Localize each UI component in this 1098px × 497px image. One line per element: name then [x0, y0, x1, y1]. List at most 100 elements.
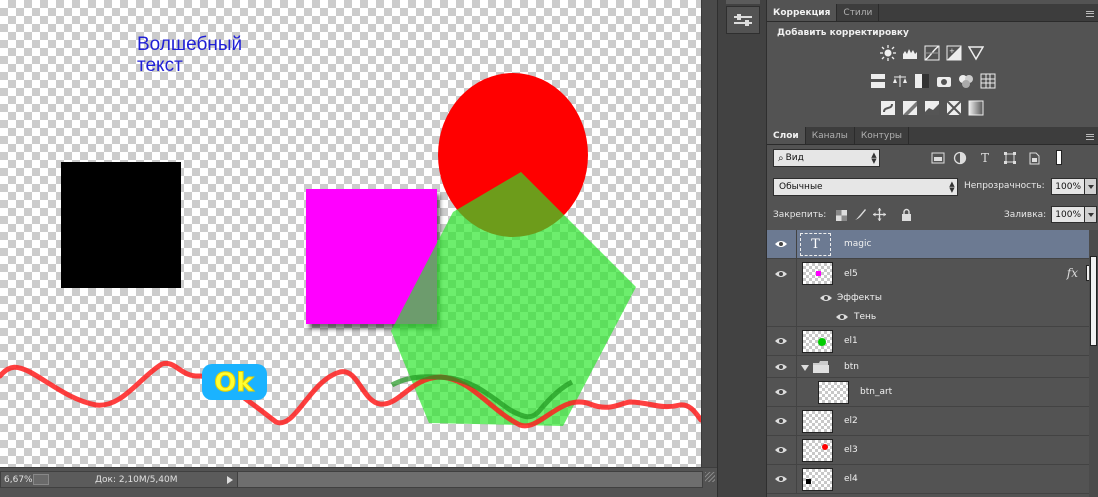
hue-saturation-icon[interactable]: [870, 73, 886, 89]
group-expand-triangle-icon[interactable]: [801, 364, 809, 374]
channel-mixer-icon[interactable]: [958, 73, 974, 89]
selective-color-icon[interactable]: [946, 100, 962, 116]
eye-icon[interactable]: [775, 407, 787, 435]
lock-all-icon[interactable]: [899, 207, 913, 221]
gradient-map-icon[interactable]: [968, 100, 984, 116]
adjustments-panel-menu-icon[interactable]: [1086, 11, 1094, 17]
eye-icon[interactable]: [775, 465, 787, 493]
layer-row[interactable]: btn_art: [767, 378, 1098, 407]
search-icon: ⌕: [778, 152, 784, 164]
tab-channels[interactable]: Каналы: [806, 127, 855, 144]
opacity-input[interactable]: 100%: [1051, 178, 1085, 195]
layer-name[interactable]: el1: [844, 327, 858, 355]
layer-effects-fx-icon[interactable]: fx: [1067, 266, 1078, 280]
layers-list: T magic el5 fx Эффекты Тень el1 btn btn_…: [767, 230, 1098, 494]
document-size-info: Док: 2,10M/5,40M: [95, 474, 178, 485]
folder-icon: [813, 361, 829, 376]
lock-transparent-pixels-icon[interactable]: [834, 208, 848, 222]
layer-divider: [796, 288, 797, 307]
layer-thumbnail: [802, 410, 833, 433]
vibrance-icon[interactable]: [968, 45, 984, 61]
lock-image-pixels-icon[interactable]: [853, 207, 867, 221]
eye-icon[interactable]: [775, 378, 787, 406]
blend-mode-select[interactable]: Обычные ▲ ▼: [773, 178, 958, 196]
eye-icon[interactable]: [836, 307, 848, 326]
layer-name[interactable]: btn: [844, 356, 859, 377]
layer-divider: [796, 465, 797, 493]
color-balance-icon[interactable]: [892, 73, 908, 89]
layer-row[interactable]: el5 fx: [767, 259, 1098, 288]
filter-pixel-layers-icon[interactable]: [931, 151, 945, 165]
fill-dropdown-icon[interactable]: [1084, 206, 1097, 223]
tab-adjustments[interactable]: Коррекция: [767, 4, 838, 21]
layer-row[interactable]: el4: [767, 465, 1098, 494]
layer-row[interactable]: el1: [767, 327, 1098, 356]
brightness-icon[interactable]: [880, 45, 896, 61]
photo-filter-icon[interactable]: [936, 73, 952, 89]
layer-row[interactable]: el2: [767, 407, 1098, 436]
tab-layers[interactable]: Слои: [767, 127, 806, 144]
filter-smart-objects-icon[interactable]: [1027, 151, 1041, 165]
layers-scrollbar-thumb[interactable]: [1090, 256, 1097, 346]
opacity-dropdown-icon[interactable]: [1084, 178, 1097, 195]
layer-divider: [796, 327, 797, 355]
adjustment-icons-row-1: +: [880, 45, 984, 61]
color-lookup-icon[interactable]: [980, 73, 996, 89]
document-canvas[interactable]: Волшебный текст Ok: [0, 0, 701, 467]
layer-filter-kind-select[interactable]: ⌕ Вид ▲ ▼: [773, 149, 880, 167]
thumbnail-mark: [816, 271, 821, 276]
eye-icon[interactable]: [775, 259, 787, 288]
invert-icon[interactable]: [880, 100, 896, 116]
eye-icon[interactable]: [775, 436, 787, 464]
canvas-red-curve: [0, 360, 701, 429]
layer-name[interactable]: magic: [844, 230, 871, 258]
effect-row[interactable]: Тень: [767, 307, 1098, 327]
black-white-icon[interactable]: [914, 73, 930, 89]
filter-type-layers-icon[interactable]: T: [978, 151, 992, 165]
fill-label: Заливка:: [1004, 210, 1047, 220]
filter-toggle-switch[interactable]: [1056, 150, 1062, 165]
fill-input[interactable]: 100%: [1051, 206, 1085, 223]
eye-icon[interactable]: [775, 230, 787, 258]
filter-shape-layers-icon[interactable]: [1003, 151, 1017, 165]
tab-styles[interactable]: Стили: [837, 4, 880, 21]
filter-adjustment-layers-icon[interactable]: [953, 151, 967, 165]
horizontal-scrollbar[interactable]: [237, 472, 702, 487]
adjustment-icons-row-3: [880, 100, 984, 116]
blend-mode-value: Обычные: [779, 182, 823, 192]
status-menu-arrow-icon[interactable]: [227, 475, 233, 484]
eye-icon[interactable]: [775, 356, 787, 377]
layer-name[interactable]: el4: [844, 465, 858, 493]
exposure-icon[interactable]: +: [946, 45, 962, 61]
resize-grip-icon[interactable]: [705, 472, 715, 482]
layer-divider: [796, 407, 797, 435]
collapsed-panel-strip: [717, 0, 767, 497]
panel-options-button[interactable]: [726, 6, 760, 34]
eye-icon[interactable]: [820, 288, 832, 307]
layer-name[interactable]: el5: [844, 259, 858, 288]
levels-icon[interactable]: [902, 45, 918, 61]
layers-scrollbar[interactable]: [1089, 230, 1098, 497]
layer-row[interactable]: T magic: [767, 230, 1098, 259]
posterize-icon[interactable]: [902, 100, 918, 116]
layers-tabbar: Слои Каналы Контуры: [767, 127, 1098, 145]
eye-icon[interactable]: [775, 327, 787, 355]
zoom-preview-icon[interactable]: [33, 474, 49, 485]
layer-name[interactable]: btn_art: [860, 378, 892, 406]
adjustments-tabbar: Коррекция Стили: [767, 4, 1098, 22]
zoom-level[interactable]: 6,67%: [1, 475, 33, 485]
layer-filter-kind-value: Вид: [785, 153, 804, 163]
lock-position-icon[interactable]: [872, 207, 886, 221]
layer-name[interactable]: el3: [844, 436, 858, 464]
strip-header[interactable]: [726, 0, 760, 4]
threshold-icon[interactable]: [924, 100, 940, 116]
curves-icon[interactable]: [924, 45, 940, 61]
layer-thumbnail: [802, 439, 833, 462]
layer-name[interactable]: el2: [844, 407, 858, 435]
tab-paths[interactable]: Контуры: [855, 127, 910, 144]
layers-panel-menu-icon[interactable]: [1086, 134, 1094, 140]
layer-group-row[interactable]: btn: [767, 356, 1098, 378]
canvas-vertical-scrollbar[interactable]: [701, 0, 717, 467]
layer-row[interactable]: el3: [767, 436, 1098, 465]
effects-row[interactable]: Эффекты: [767, 288, 1098, 307]
